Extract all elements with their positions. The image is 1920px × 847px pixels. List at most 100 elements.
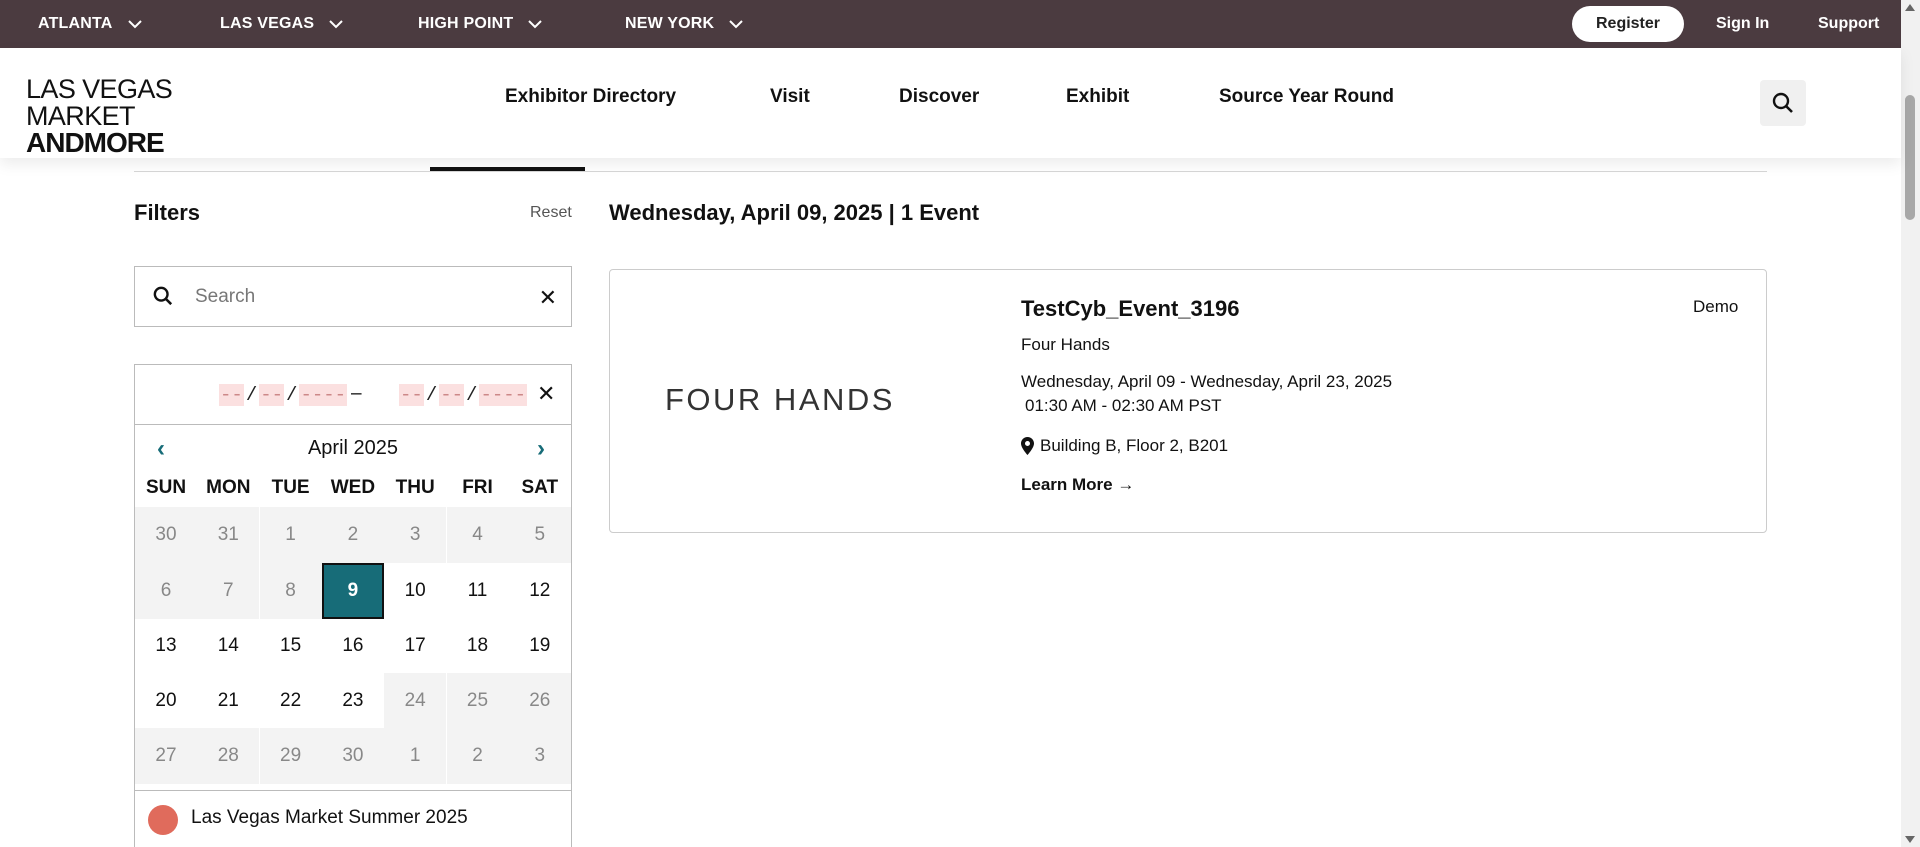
nav-source-year-round[interactable]: Source Year Round bbox=[1219, 86, 1394, 108]
calendar-legend: Las Vegas Market Summer 2025 bbox=[135, 790, 571, 847]
learn-more-link[interactable]: Learn More → bbox=[1021, 475, 1134, 495]
calendar-day[interactable]: 5 bbox=[508, 507, 571, 563]
calendar-day[interactable]: 20 bbox=[135, 673, 197, 728]
sign-in-link[interactable]: Sign In bbox=[1716, 0, 1769, 48]
event-card[interactable]: FOUR HANDS TestCyb_Event_3196 Demo Four … bbox=[609, 269, 1767, 533]
event-exhibitor: Four Hands bbox=[1021, 335, 1110, 354]
calendar-day[interactable]: 21 bbox=[197, 673, 259, 728]
calendar-day[interactable]: 11 bbox=[447, 563, 509, 619]
header-search-button[interactable] bbox=[1760, 80, 1806, 126]
calendar-widget: -- / -- / ---- – -- / -- / ---- ✕ ‹ April 2025 ›… bbox=[134, 364, 572, 847]
weekday-header: MON bbox=[206, 477, 251, 498]
event-location-text: Building B, Floor 2, B201 bbox=[1040, 436, 1229, 455]
next-month-button[interactable]: › bbox=[537, 435, 545, 463]
search-icon bbox=[153, 286, 173, 311]
start-date-field[interactable]: -- / -- / ---- bbox=[219, 381, 348, 409]
calendar-day[interactable]: 13 bbox=[135, 618, 197, 673]
event-location: Building B, Floor 2, B201 bbox=[1021, 436, 1228, 456]
location-pin-icon bbox=[1021, 437, 1034, 455]
nav-exhibit[interactable]: Exhibit bbox=[1066, 86, 1129, 108]
calendar-day[interactable]: 6 bbox=[135, 563, 197, 619]
scroll-down-arrow-icon[interactable] bbox=[1905, 836, 1915, 843]
clear-date-range-icon[interactable]: ✕ bbox=[537, 381, 555, 407]
weekday-header: FRI bbox=[462, 477, 493, 498]
start-month[interactable]: -- bbox=[219, 384, 244, 406]
search-input[interactable] bbox=[195, 279, 515, 315]
month-navigation: ‹ April 2025 › bbox=[135, 435, 571, 465]
market-label: LAS VEGAS bbox=[220, 15, 315, 32]
legend-label: Las Vegas Market Summer 2025 bbox=[191, 807, 468, 828]
scroll-up-arrow-icon[interactable] bbox=[1905, 4, 1915, 11]
calendar-day[interactable]: 3 bbox=[508, 728, 571, 784]
calendar-day[interactable]: 1 bbox=[259, 507, 322, 563]
month-label: April 2025 bbox=[307, 437, 399, 459]
calendar-day[interactable]: 28 bbox=[197, 728, 260, 784]
nav-exhibitor-directory[interactable]: Exhibitor Directory bbox=[505, 86, 676, 108]
calendar-day[interactable]: 17 bbox=[384, 618, 446, 673]
scrollbar-thumb[interactable] bbox=[1905, 95, 1915, 220]
calendar-day[interactable]: 24 bbox=[384, 673, 447, 728]
calendar-day[interactable]: 19 bbox=[509, 618, 571, 673]
calendar-day[interactable]: 2 bbox=[321, 507, 384, 563]
nav-visit[interactable]: Visit bbox=[770, 86, 810, 108]
market-atlanta[interactable]: ATLANTA bbox=[38, 0, 143, 48]
active-tab-indicator bbox=[430, 167, 585, 171]
support-link[interactable]: Support bbox=[1818, 0, 1879, 48]
page-scrollbar[interactable] bbox=[1901, 0, 1920, 847]
calendar-day[interactable]: 30 bbox=[321, 728, 384, 784]
register-button[interactable]: Register bbox=[1572, 6, 1684, 42]
site-logo[interactable]: LAS VEGAS MARKET ANDMORE bbox=[26, 76, 286, 157]
market-label: NEW YORK bbox=[625, 15, 715, 32]
market-las-vegas[interactable]: LAS VEGAS bbox=[220, 0, 344, 48]
event-title[interactable]: TestCyb_Event_3196 bbox=[1021, 296, 1240, 322]
calendar-day[interactable]: 30 bbox=[135, 507, 197, 563]
calendar-day[interactable]: 22 bbox=[260, 673, 322, 728]
calendar-day[interactable]: 7 bbox=[197, 563, 260, 619]
events-heading: Wednesday, April 09, 2025 | 1 Event bbox=[609, 200, 980, 225]
calendar-day[interactable]: 3 bbox=[384, 507, 447, 563]
date-range-input: -- / -- / ---- – -- / -- / ---- ✕ bbox=[135, 365, 571, 425]
chevron-down-icon bbox=[127, 16, 143, 32]
calendar-day[interactable]: 23 bbox=[322, 673, 384, 728]
market-high-point[interactable]: HIGH POINT bbox=[418, 0, 543, 48]
end-date-field[interactable]: -- / -- / ---- bbox=[399, 381, 528, 409]
weekday-header: SUN bbox=[145, 477, 187, 498]
calendar-day[interactable]: 31 bbox=[197, 507, 260, 563]
calendar-day[interactable]: 16 bbox=[322, 618, 384, 673]
start-day[interactable]: -- bbox=[259, 384, 285, 406]
chevron-down-icon bbox=[328, 16, 344, 32]
weekday-header: TUE bbox=[271, 477, 310, 498]
calendar-day[interactable]: 27 bbox=[135, 728, 197, 784]
market-label: HIGH POINT bbox=[418, 15, 514, 32]
site-header: LAS VEGAS MARKET ANDMORE Exhibitor Direc… bbox=[0, 48, 1901, 158]
tab-divider bbox=[134, 171, 1767, 172]
range-separator: – bbox=[351, 383, 362, 404]
calendar-day[interactable]: 10 bbox=[384, 563, 446, 619]
calendar-day[interactable]: 18 bbox=[447, 618, 509, 673]
calendar-day[interactable]: 2 bbox=[446, 728, 509, 784]
market-label: ATLANTA bbox=[38, 15, 113, 32]
calendar-day[interactable]: 29 bbox=[259, 728, 322, 784]
nav-discover[interactable]: Discover bbox=[899, 86, 979, 108]
calendar-day[interactable]: 14 bbox=[197, 618, 259, 673]
calendar-day-selected[interactable]: 9 bbox=[321, 563, 384, 619]
market-bar: ATLANTA LAS VEGAS HIGH POINT NEW YORK Re… bbox=[0, 0, 1901, 48]
calendar-day[interactable]: 1 bbox=[384, 728, 447, 784]
event-time: 01:30 AM - 02:30 AM PST bbox=[1025, 396, 1222, 415]
clear-search-icon[interactable]: ✕ bbox=[539, 285, 557, 311]
start-year[interactable]: ---- bbox=[299, 384, 348, 406]
end-year[interactable]: ---- bbox=[479, 384, 528, 406]
calendar-day[interactable]: 8 bbox=[259, 563, 322, 619]
calendar-day[interactable]: 25 bbox=[446, 673, 509, 728]
calendar-day[interactable]: 12 bbox=[509, 563, 571, 619]
reset-filters-button[interactable]: Reset bbox=[530, 204, 572, 222]
calendar-day[interactable]: 15 bbox=[260, 618, 322, 673]
calendar-day[interactable]: 26 bbox=[508, 673, 571, 728]
end-day[interactable]: -- bbox=[439, 384, 465, 406]
end-month[interactable]: -- bbox=[399, 384, 424, 406]
chevron-down-icon bbox=[527, 16, 543, 32]
weekday-header: WED bbox=[330, 477, 376, 498]
calendar-day[interactable]: 4 bbox=[446, 507, 509, 563]
market-new-york[interactable]: NEW YORK bbox=[625, 0, 744, 48]
event-dates: Wednesday, April 09 - Wednesday, April 2… bbox=[1021, 372, 1393, 391]
